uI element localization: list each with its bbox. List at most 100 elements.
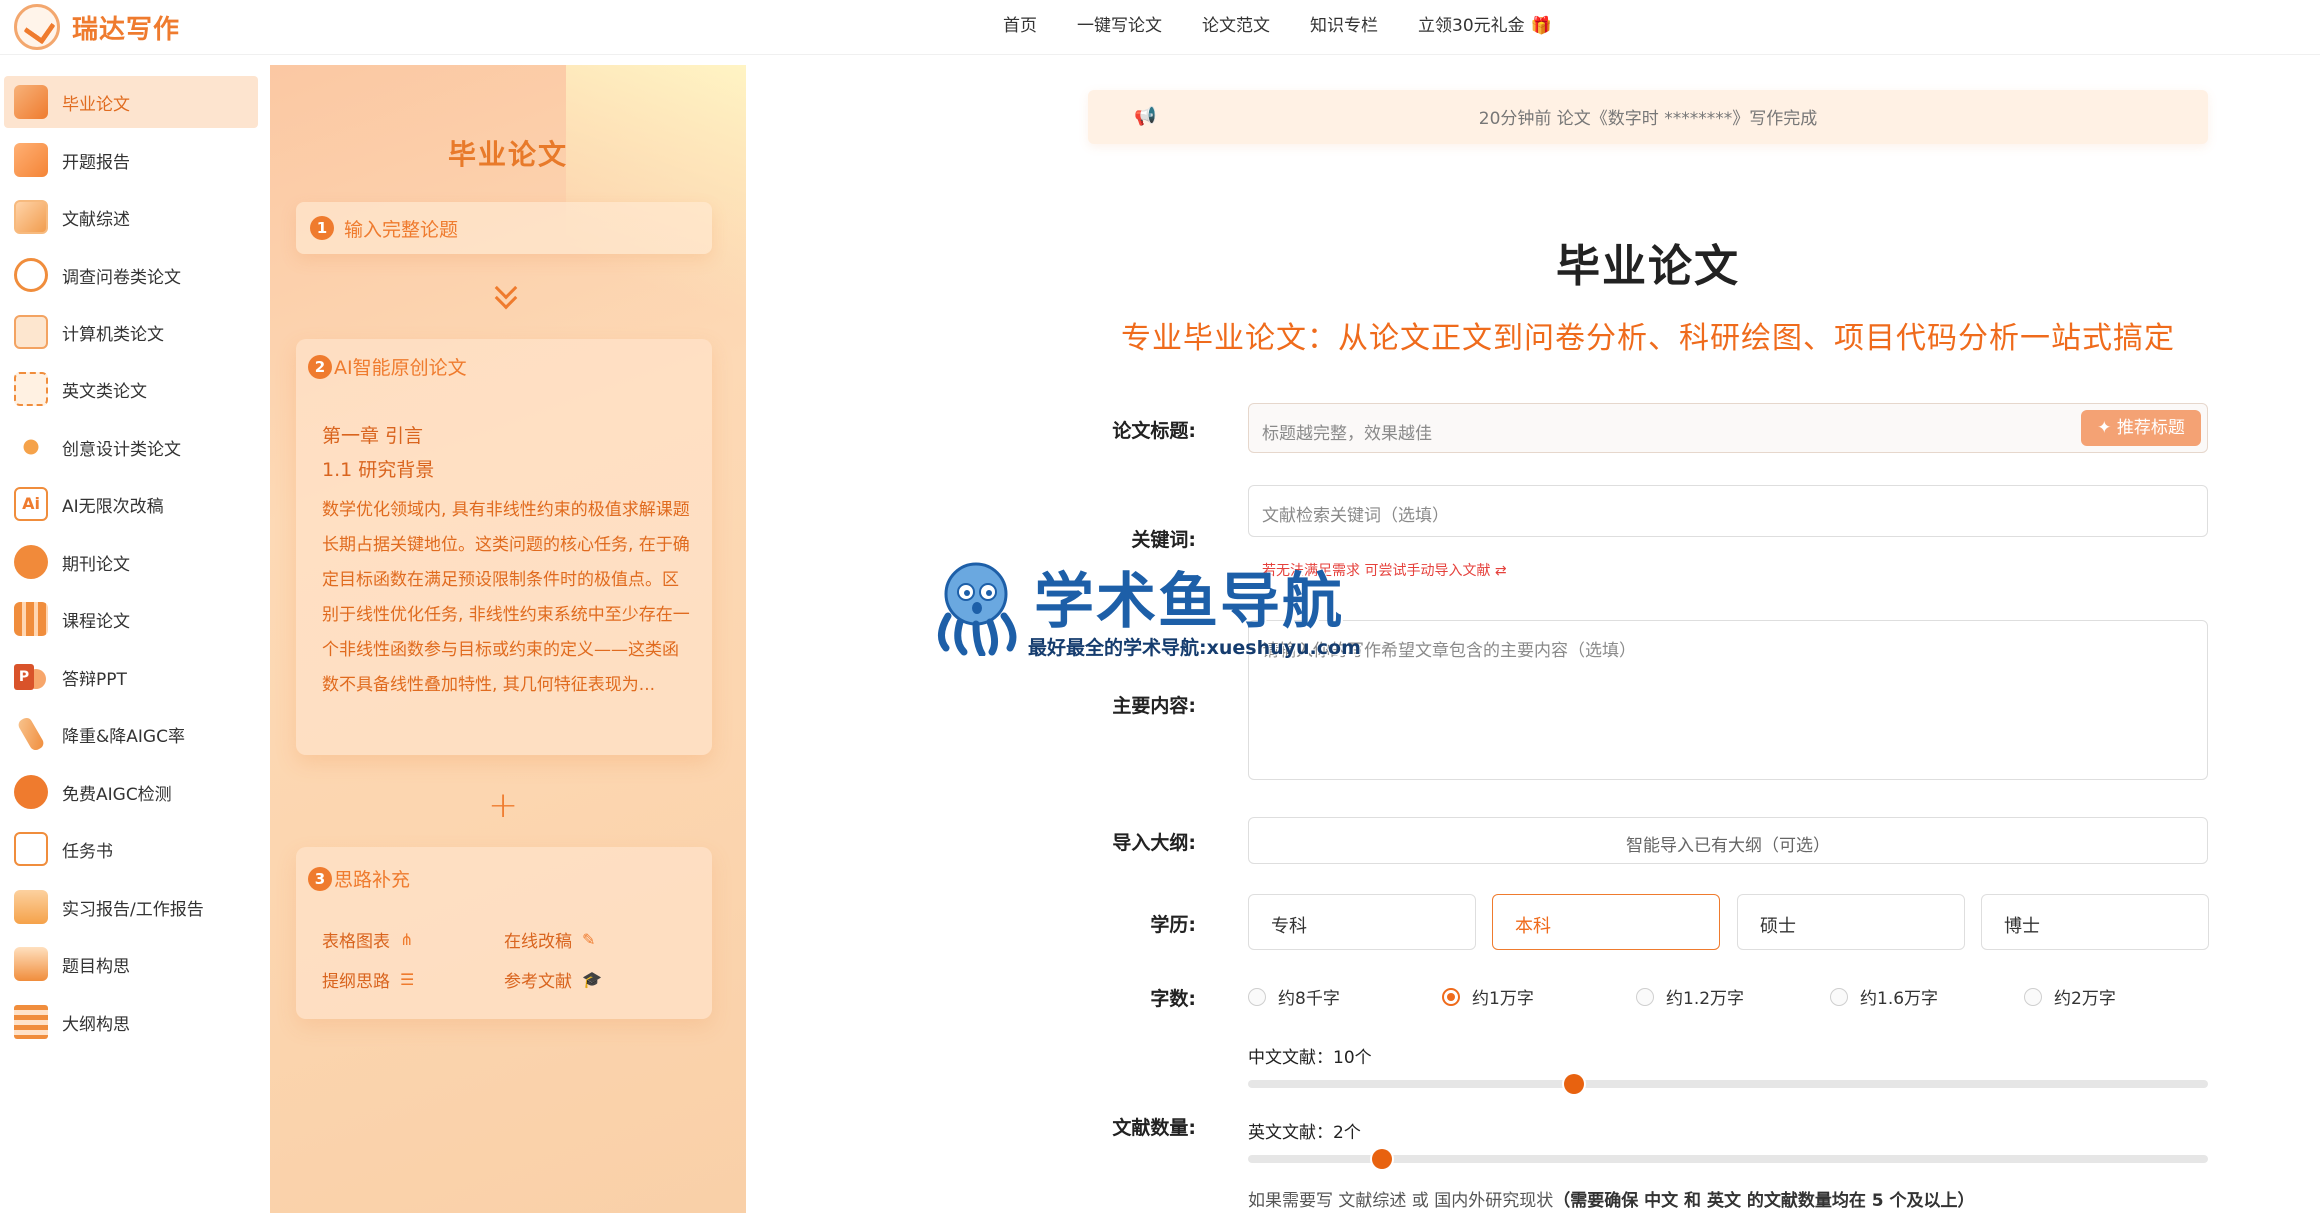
degree-label: 学历: [1150, 914, 1196, 936]
word-option-12k[interactable]: 约1.2万字 [1636, 984, 1744, 1009]
footnote-bold-text: （需要确保 中文 和 英文 的文献数量均在 5 个及以上） [1553, 1191, 1975, 1211]
sidebar-item-label: 免费AIGC检测 [62, 784, 172, 805]
ppt-icon: P [14, 660, 48, 694]
keywords-input[interactable]: 文献检索关键词（选填） [1248, 485, 2208, 537]
en-refs-slider-handle[interactable] [1372, 1149, 1392, 1169]
recommend-title-label: 推荐标题 [2116, 418, 2185, 438]
step-label: 思路补充 [334, 869, 411, 891]
import-outline-button[interactable]: 智能导入已有大纲（可选） [1248, 817, 2208, 864]
plus-icon: + [488, 785, 519, 826]
sidebar-item-outline-ideas[interactable]: 大纲构思 [4, 996, 258, 1048]
lightbulb-icon [14, 947, 48, 981]
sidebar-item-ai-revision[interactable]: Ai AI无限次改稿 [4, 478, 258, 530]
sidebar-item-topic-ideas[interactable]: 题目构思 [4, 938, 258, 990]
survey-chart-icon [14, 258, 48, 292]
sidebar-item-label: 任务书 [62, 841, 113, 862]
radio-dot [1830, 987, 1848, 1006]
sidebar-item-label: 期刊论文 [62, 554, 130, 575]
report-icon [14, 890, 48, 924]
sidebar-item-survey-thesis[interactable]: 调查问卷类论文 [4, 249, 258, 301]
title-label: 论文标题: [1112, 420, 1196, 442]
radio-label: 约1.6万字 [1860, 989, 1939, 1009]
double-chevron-down-icon [492, 280, 520, 310]
books-icon [14, 602, 48, 636]
tool-outline: 提纲思路 ☰ [322, 967, 414, 992]
gift-icon: 🎁 [1530, 16, 1552, 36]
clipboard-icon [14, 832, 48, 866]
word-option-20k[interactable]: 约2万字 [2024, 984, 2116, 1009]
sidebar-item-label: 降重&降AIGC率 [62, 726, 185, 747]
computer-icon [14, 315, 48, 349]
sidebar-item-computer-thesis[interactable]: 计算机类论文 [4, 306, 258, 358]
sidebar-item-proposal[interactable]: 开题报告 [4, 134, 258, 186]
recommend-title-button[interactable]: ✦ 推荐标题 [2081, 410, 2201, 446]
sidebar-item-label: 答辩PPT [62, 669, 127, 690]
en-refs-slider[interactable] [1248, 1149, 2208, 1169]
sidebar: 毕业论文 开题报告 文献综述 调查问卷类论文 计算机类论文 英文类论文 创意设计… [0, 56, 270, 1213]
sidebar-item-defense-ppt[interactable]: P 答辩PPT [4, 651, 258, 703]
sidebar-item-task-book[interactable]: 任务书 [4, 823, 258, 875]
radio-dot [1442, 987, 1460, 1006]
nav-one-click-write[interactable]: 一键写论文 [1077, 11, 1162, 36]
degree-option-master[interactable]: 硕士 [1737, 894, 1965, 950]
sidebar-item-graduation-thesis[interactable]: 毕业论文 [4, 76, 258, 128]
journal-icon [14, 545, 48, 579]
nav-home[interactable]: 首页 [1003, 11, 1037, 36]
cn-refs-slider-handle[interactable] [1564, 1074, 1584, 1094]
sidebar-item-label: AI无限次改稿 [62, 496, 164, 517]
cn-refs-slider[interactable] [1248, 1074, 2208, 1094]
app-root: 瑞达写作 首页 一键写论文 论文范文 知识专栏 立领30元礼金 🎁 毕业论文 开题… [0, 0, 2320, 1213]
title-placeholder: 标题越完整，效果越佳 [1262, 424, 1432, 444]
top-nav: 首页 一键写论文 论文范文 知识专栏 立领30元礼金 🎁 [1003, 11, 1552, 36]
sidebar-item-label: 创意设计类论文 [62, 439, 181, 460]
sidebar-item-reduce-aigc[interactable]: 降重&降AIGC率 [4, 708, 258, 760]
step-number: 1 [310, 216, 334, 240]
word-option-10k[interactable]: 约1万字 [1442, 984, 1534, 1009]
step-label: AI智能原创论文 [334, 357, 467, 379]
watermark-overlay: 学术鱼导航 最好最全的学术导航:xueshuyu.com [926, 553, 1396, 661]
tool-online-edit: 在线改稿 ✎ [504, 927, 595, 952]
nav-paper-samples[interactable]: 论文范文 [1202, 11, 1270, 36]
degree-option-doctor[interactable]: 博士 [1981, 894, 2209, 950]
document-icon [14, 143, 48, 177]
step-1-card: 1 输入完整论题 [296, 202, 712, 254]
sidebar-item-internship-report[interactable]: 实习报告/工作报告 [4, 881, 258, 933]
step-number: 2 [308, 354, 332, 379]
title-input[interactable]: 标题越完整，效果越佳 ✦ 推荐标题 [1248, 403, 2208, 453]
sidebar-item-literature-review[interactable]: 文献综述 [4, 191, 258, 243]
nav-gift-offer[interactable]: 立领30元礼金 🎁 [1418, 11, 1552, 36]
app-logo[interactable]: 瑞达写作 [14, 4, 180, 50]
share-nodes-icon: ⋔ [400, 930, 414, 949]
word-option-8k[interactable]: 约8千字 [1248, 984, 1340, 1009]
cn-refs-value: 10个 [1333, 1048, 1372, 1068]
degree-option-junior-college[interactable]: 专科 [1248, 894, 1476, 950]
sidebar-item-english-thesis[interactable]: 英文类论文 [4, 363, 258, 415]
tool-references: 参考文献 🎓 [504, 967, 602, 992]
en-refs-title: 英文文献： [1248, 1123, 1333, 1143]
edit-icon: ✎ [582, 930, 596, 949]
creative-icon [14, 430, 48, 464]
radio-dot [1248, 987, 1266, 1006]
step-label: 输入完整论题 [344, 218, 459, 241]
step-3-card: 3 思路补充 表格图表 ⋔ 在线改稿 ✎ 提纲思路 ☰ 参考文献 🎓 [296, 847, 712, 1019]
pen-icon [16, 715, 46, 753]
sidebar-item-label: 文献综述 [62, 209, 130, 230]
footnote-text: 如果需要写 文献综述 或 国内外研究现状 [1248, 1191, 1554, 1211]
notebook-icon [14, 200, 48, 234]
sidebar-item-journal[interactable]: 期刊论文 [4, 536, 258, 588]
check-badge-icon [14, 775, 48, 809]
logo-icon [14, 4, 60, 50]
sidebar-item-creative-design[interactable]: 创意设计类论文 [4, 421, 258, 473]
sample-section-heading: 1.1 研究背景 [322, 459, 435, 481]
sidebar-item-course-paper[interactable]: 课程论文 [4, 593, 258, 645]
en-refs-value: 2个 [1333, 1123, 1361, 1143]
sidebar-item-aigc-check[interactable]: 免费AIGC检测 [4, 766, 258, 818]
sidebar-item-label: 计算机类论文 [62, 324, 164, 345]
feature-preview-panel: 毕业论文 1 输入完整论题 2 AI智能原创论文 第一章 引言 1.1 研究背景… [270, 65, 746, 1213]
word-option-16k[interactable]: 约1.6万字 [1830, 984, 1938, 1009]
tool-label: 表格图表 [322, 932, 390, 952]
step-2-card: 2 AI智能原创论文 第一章 引言 1.1 研究背景 数学优化领域内, 具有非线… [296, 339, 712, 755]
radio-label: 约1.2万字 [1666, 989, 1745, 1009]
nav-knowledge[interactable]: 知识专栏 [1310, 11, 1378, 36]
degree-option-bachelor[interactable]: 本科 [1492, 894, 1720, 950]
